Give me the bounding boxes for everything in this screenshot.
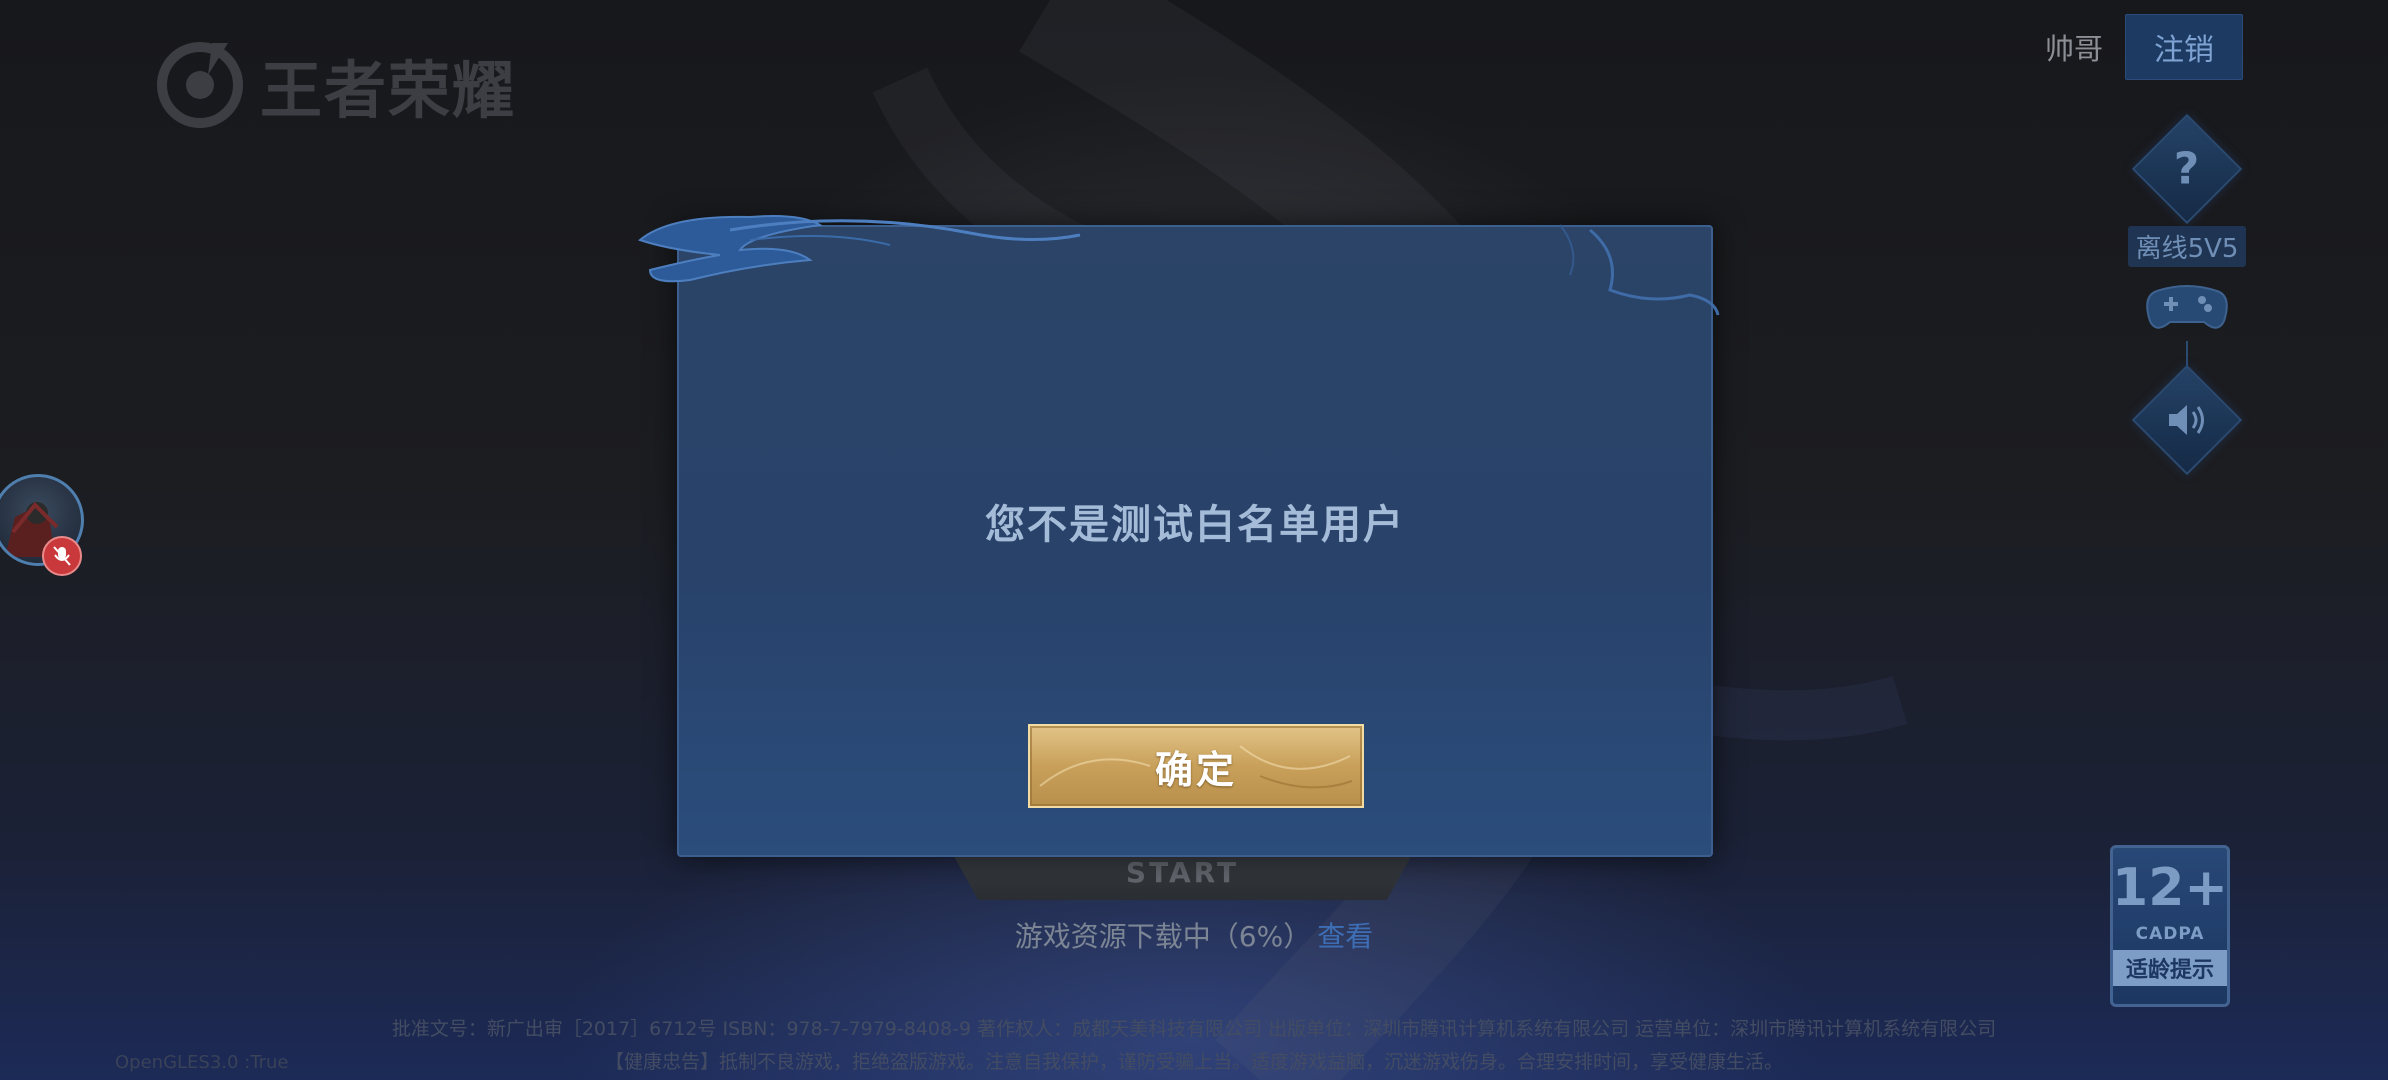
speaker-icon [2169, 405, 2204, 435]
help-button[interactable]: ? [2131, 113, 2243, 225]
gamepad-icon [2146, 285, 2228, 329]
logo-text: 王者荣耀 [260, 54, 517, 127]
offline-5v5-label[interactable]: 离线5V5 [2127, 226, 2247, 267]
logout-button[interactable]: 注销 [2125, 14, 2243, 80]
view-download-link[interactable]: 查看 [1317, 920, 1373, 953]
whitelist-dialog: 您不是测试白名单用户 确定 [677, 225, 1713, 857]
offline-5v5-button[interactable] [2137, 271, 2237, 341]
age-rating-number: 12+ [2112, 858, 2228, 918]
legal-line-1: 批准文号：新广出审［2017］6712号 ISBN：978-7-7979-840… [391, 1018, 1997, 1040]
account-bar: 帅哥 注销 [2045, 14, 2243, 80]
start-button-label: START [1125, 855, 1240, 889]
confirm-button-label: 确定 [1154, 747, 1237, 792]
confirm-button[interactable]: 确定 [1028, 724, 1364, 808]
opengl-info: OpenGLES3.0 :True [115, 1052, 289, 1073]
side-menu: ? 离线5V5 [2122, 113, 2252, 476]
legal-line-2: 【健康忠告】抵制不良游戏，拒绝盗版游戏。注意自我保护，谨防受骗上当。适度游戏益脑… [604, 1051, 1783, 1073]
download-progress-text: 游戏资源下载中（6%） [1014, 920, 1312, 953]
help-icon: ? [2174, 143, 2200, 195]
game-logo: 王者荣耀 [150, 35, 516, 135]
download-status: 游戏资源下载中（6%） 查看 [0, 915, 2388, 955]
age-rating-badge[interactable]: 12+ CADPA 适龄提示 [2110, 845, 2230, 1007]
sound-button[interactable] [2131, 364, 2243, 476]
dialog-message: 您不是测试白名单用户 [985, 502, 1405, 548]
mic-muted-icon[interactable] [42, 536, 82, 576]
age-rating-org: CADPA [2135, 924, 2205, 944]
logo-emblem-icon [157, 42, 243, 128]
username-label: 帅哥 [2044, 32, 2103, 66]
age-rating-tip: 适龄提示 [2113, 950, 2227, 986]
player-avatar[interactable] [0, 474, 92, 576]
game-screen: 王者荣耀 帅哥 注销 ? 离线5V5 START 游戏资源下载中（6%） 查看 … [0, 0, 2388, 1080]
